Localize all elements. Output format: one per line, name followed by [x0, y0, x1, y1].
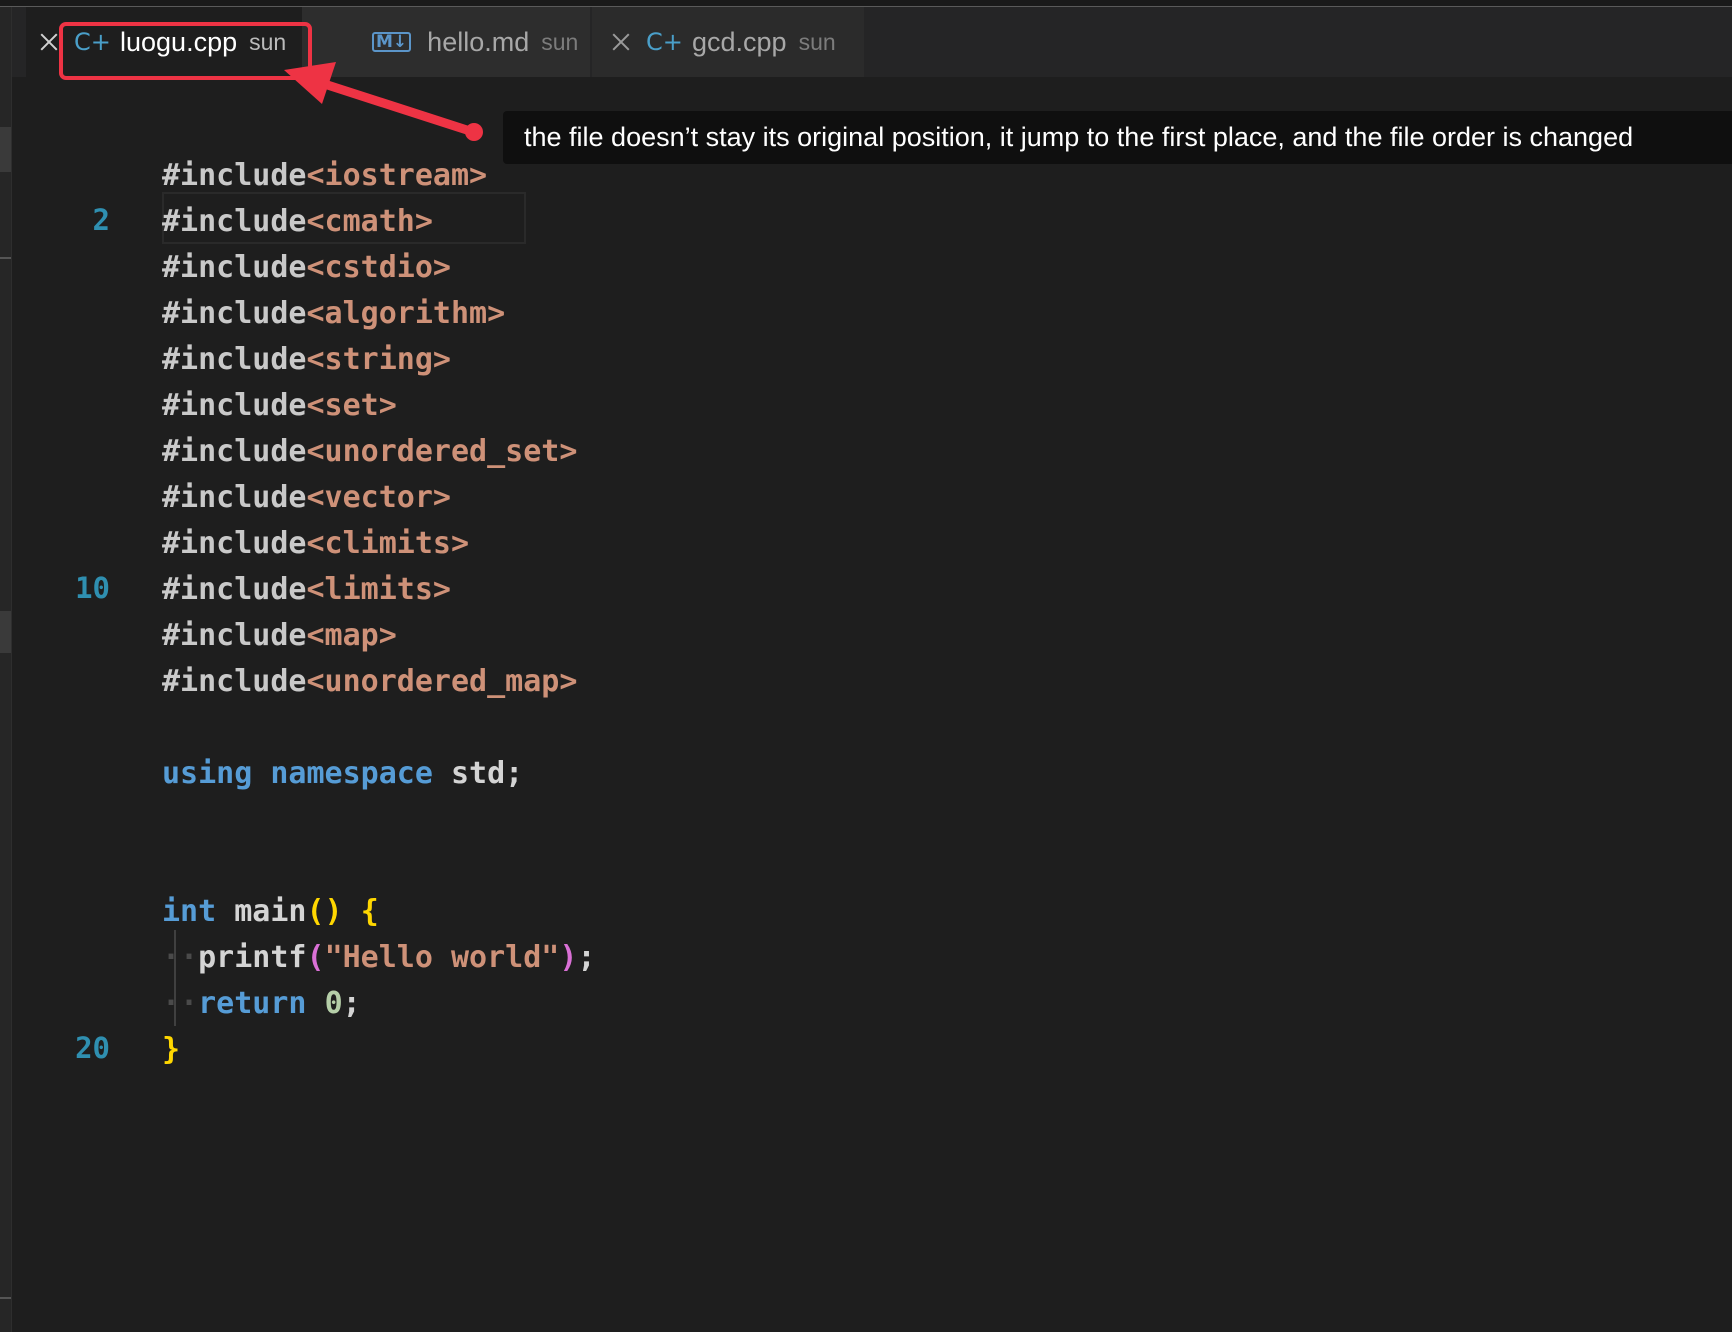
scroll-marker	[0, 611, 11, 653]
bracket: }	[162, 1032, 181, 1067]
preprocessor: #include	[162, 158, 307, 193]
code-line: #include<cstdio>	[162, 245, 451, 291]
code-line: #include<set>	[162, 383, 397, 429]
code-line: #include<unordered_set>	[162, 429, 577, 475]
close-icon[interactable]	[610, 31, 632, 53]
bracket: )	[559, 940, 578, 975]
include-path: <climits>	[306, 526, 470, 561]
line-number: 2	[92, 203, 110, 237]
include-path: <vector>	[306, 480, 452, 515]
bracket: ()	[306, 894, 343, 929]
preprocessor: #include	[162, 296, 307, 331]
preprocessor: #include	[162, 204, 307, 239]
keyword: return	[198, 986, 307, 1021]
line-number: 10	[75, 571, 110, 605]
string-literal: "Hello world"	[324, 940, 560, 975]
code-line: #include<string>	[162, 337, 451, 383]
bracket: {	[360, 894, 379, 929]
tab-gcd-cpp[interactable]: C+ gcd.cpp sun	[592, 7, 864, 77]
identifier: std;	[451, 756, 524, 791]
code-line: #include<limits>	[162, 567, 451, 613]
window-top-border	[0, 0, 1732, 7]
include-path: <map>	[306, 618, 397, 653]
keyword: int	[162, 894, 217, 929]
include-path: <unordered_map>	[306, 664, 578, 699]
tab-filename: gcd.cpp	[692, 26, 787, 57]
include-path: <cmath>	[306, 204, 433, 239]
include-path: <unordered_set>	[306, 434, 578, 469]
function-name: main	[234, 894, 307, 929]
keyword: namespace	[270, 756, 433, 791]
code-line: ··return 0;	[162, 981, 361, 1027]
close-icon[interactable]	[38, 31, 60, 53]
preprocessor: #include	[162, 480, 307, 515]
tab-owner: sun	[541, 28, 579, 55]
code-line: #include<iostream>	[162, 153, 487, 199]
include-path: <cstdio>	[306, 250, 452, 285]
keyword: using	[162, 756, 253, 791]
annotation-tooltip: the file doesn’t stay its original posit…	[503, 111, 1732, 164]
code-line: #include<map>	[162, 613, 397, 659]
code-line: ··printf("Hello world");	[162, 935, 596, 981]
cpp-icon: C+	[646, 28, 683, 56]
tab-owner: sun	[798, 28, 836, 55]
line-number: 20	[75, 1031, 110, 1065]
code-line: }	[162, 1027, 180, 1073]
scroll-marker	[0, 127, 11, 172]
code-line: #include<cmath>	[162, 199, 433, 245]
number-literal: 0	[324, 986, 343, 1021]
divider	[0, 1297, 11, 1299]
punctuation: ;	[577, 940, 596, 975]
preprocessor: #include	[162, 526, 307, 561]
annotation-highlight-box	[59, 22, 312, 80]
preprocessor: #include	[162, 250, 307, 285]
whitespace-marker: ··	[162, 986, 199, 1021]
function-call: printf	[198, 940, 307, 975]
include-path: <algorithm>	[306, 296, 506, 331]
code-line: using namespace std;	[162, 751, 523, 797]
include-path: <string>	[306, 342, 452, 377]
preprocessor: #include	[162, 342, 307, 377]
activity-strip	[0, 7, 12, 1332]
markdown-icon: M↓	[372, 32, 412, 52]
code-line: int main() {	[162, 889, 379, 935]
code-line: #include<vector>	[162, 475, 451, 521]
tab-filename: hello.md	[427, 26, 530, 57]
code-line: #include<climits>	[162, 521, 469, 567]
include-path: <limits>	[306, 572, 452, 607]
editor-tab-bar: C+ luogu.cpp sun M↓ hello.md sun C+ gcd.…	[12, 7, 1732, 80]
bracket: (	[306, 940, 325, 975]
code-line: #include<unordered_map>	[162, 659, 577, 705]
preprocessor: #include	[162, 388, 307, 423]
whitespace-marker: ··	[162, 940, 199, 975]
preprocessor: #include	[162, 664, 307, 699]
divider	[0, 257, 11, 259]
include-path: <set>	[306, 388, 397, 423]
punctuation: ;	[342, 986, 361, 1021]
preprocessor: #include	[162, 572, 307, 607]
preprocessor: #include	[162, 434, 307, 469]
code-editor[interactable]: 2 10 20 #include<iostream> #include<cmat…	[12, 77, 1732, 1332]
code-line: #include<algorithm>	[162, 291, 505, 337]
preprocessor: #include	[162, 618, 307, 653]
tab-hello-md[interactable]: M↓ hello.md sun	[302, 7, 590, 77]
include-path: <iostream>	[306, 158, 488, 193]
